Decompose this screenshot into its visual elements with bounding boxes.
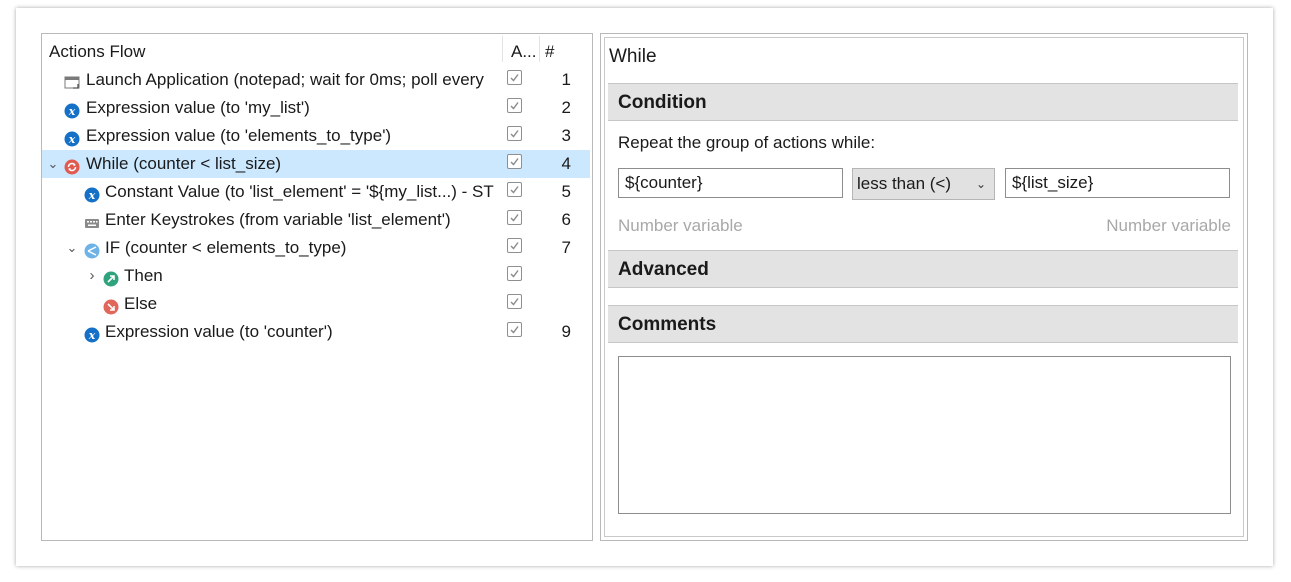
svg-text:x: x [88, 189, 96, 202]
enabled-checkbox[interactable] [507, 294, 522, 309]
enabled-checkbox[interactable] [507, 266, 522, 281]
expression-icon: x [84, 184, 100, 203]
launch-app-icon [64, 72, 80, 89]
expression-icon: x [64, 128, 80, 147]
tree-row[interactable]: Launch Application (notepad; wait for 0m… [42, 66, 590, 94]
action-detail-panel: While Condition Repeat the group of acti… [600, 33, 1248, 541]
svg-text:x: x [68, 133, 76, 146]
left-operand-input[interactable]: ${counter} [618, 168, 843, 198]
expression-icon: x [64, 100, 80, 119]
right-operand-input[interactable]: ${list_size} [1005, 168, 1230, 198]
advanced-section-header[interactable]: Advanced [608, 250, 1238, 288]
operator-select-value: less than (<) [857, 174, 952, 193]
expression-icon: x [84, 324, 100, 343]
tree-row-label: Launch Application (notepad; wait for 0m… [86, 70, 484, 89]
keyboard-icon [84, 212, 100, 228]
tree-row[interactable]: x Constant Value (to 'list_element' = '$… [42, 178, 590, 206]
enabled-checkbox[interactable] [507, 182, 522, 197]
tree-row-label: Enter Keystrokes (from variable 'list_el… [105, 210, 451, 229]
tree-row-label: Else [124, 294, 158, 313]
row-number: 5 [561, 182, 571, 201]
row-number: 3 [561, 126, 571, 145]
comments-section-header[interactable]: Comments [608, 305, 1238, 343]
comments-textarea[interactable] [618, 356, 1231, 514]
tree-row-label: Expression value (to 'elements_to_type') [86, 126, 392, 145]
tree-row[interactable]: Enter Keystrokes (from variable 'list_el… [42, 206, 590, 234]
chevron-right-icon[interactable]: › [85, 262, 99, 290]
enabled-checkbox[interactable] [507, 126, 522, 141]
row-number: 9 [561, 322, 571, 341]
svg-text:x: x [88, 329, 96, 342]
tree-header: Actions Flow A... # [42, 34, 592, 64]
enabled-checkbox[interactable] [507, 98, 522, 113]
tree-row-selected[interactable]: ⌄ While (counter < list_size) 4 [42, 150, 590, 178]
svg-text:x: x [68, 105, 76, 118]
tree-row[interactable]: › Then [42, 262, 590, 290]
tree-row-label: Constant Value (to 'list_element' = '${m… [105, 182, 494, 201]
tree-row[interactable]: x Expression value (to 'counter') 9 [42, 318, 590, 346]
row-number: 1 [561, 70, 571, 89]
tree-row-label: Expression value (to 'my_list') [86, 98, 310, 117]
operator-select[interactable]: less than (<) ⌄ [852, 168, 995, 200]
tree-row[interactable]: x Expression value (to 'my_list') 2 [42, 94, 590, 122]
row-number: 4 [561, 154, 571, 173]
if-branch-icon [84, 240, 100, 259]
column-divider[interactable] [502, 36, 503, 62]
tree-row[interactable]: ⌄ IF (counter < elements_to_type) 7 [42, 234, 590, 262]
while-loop-icon [64, 156, 80, 175]
then-icon [103, 268, 119, 287]
chevron-down-icon[interactable]: ⌄ [46, 150, 60, 178]
chevron-down-icon: ⌄ [975, 177, 986, 191]
row-number: 6 [561, 210, 571, 229]
right-operand-hint: Number variable [1106, 216, 1231, 235]
row-number: 7 [561, 238, 571, 257]
tree-row[interactable]: Else [42, 290, 590, 318]
chevron-down-icon[interactable]: ⌄ [65, 234, 79, 262]
condition-description: Repeat the group of actions while: [618, 133, 876, 152]
column-header-active[interactable]: A... [511, 42, 537, 62]
enabled-checkbox[interactable] [507, 210, 522, 225]
enabled-checkbox[interactable] [507, 238, 522, 253]
column-header-number[interactable]: # [545, 42, 554, 62]
left-operand-hint: Number variable [618, 216, 743, 235]
column-header-actions-flow[interactable]: Actions Flow [49, 42, 145, 62]
else-icon [103, 296, 119, 315]
column-divider[interactable] [539, 36, 540, 62]
actions-flow-tree[interactable]: Actions Flow A... # Launch Application (… [41, 33, 593, 541]
tree-row-label: Then [124, 266, 163, 285]
panel-title: While [609, 46, 657, 67]
tree-row-label: Expression value (to 'counter') [105, 322, 333, 341]
tree-row[interactable]: x Expression value (to 'elements_to_type… [42, 122, 590, 150]
tree-row-label: While (counter < list_size) [86, 154, 282, 173]
enabled-checkbox[interactable] [507, 322, 522, 337]
row-number: 2 [561, 98, 571, 117]
enabled-checkbox[interactable] [507, 154, 522, 169]
tree-row-label: IF (counter < elements_to_type) [105, 238, 347, 257]
enabled-checkbox[interactable] [507, 70, 522, 85]
condition-section-header[interactable]: Condition [608, 83, 1238, 121]
